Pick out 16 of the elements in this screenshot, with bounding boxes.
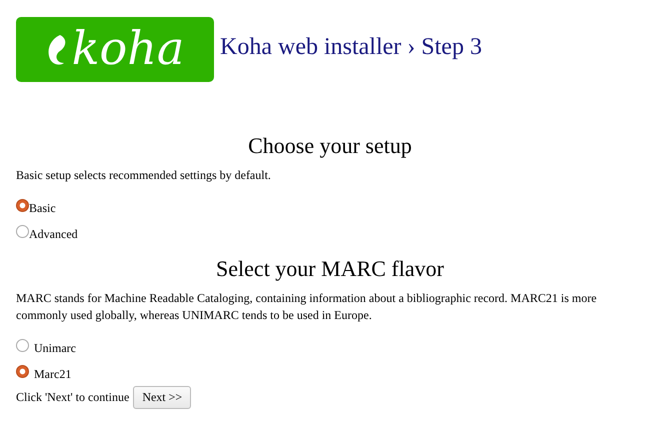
- logo: koha: [16, 17, 214, 82]
- section-heading: Choose your setup: [247, 133, 413, 159]
- option-label: Basic: [29, 201, 56, 216]
- section-heading: Select your MARC flavor: [215, 256, 445, 282]
- option-label: Unimarc: [34, 341, 76, 356]
- radio-button[interactable]: [16, 225, 29, 238]
- radio-button[interactable]: [16, 339, 29, 352]
- description: Basic setup selects recommended settings by default.: [16, 167, 272, 184]
- option-label: Advanced: [29, 227, 78, 242]
- radio-button[interactable]: [16, 365, 29, 378]
- prompt-text: Click 'Next' to continue: [16, 390, 130, 405]
- page-title: Koha web installer › Step 3: [220, 34, 482, 61]
- option-label: Marc21: [34, 367, 72, 382]
- description: MARC stands for Machine Readable Cataloging, containing information about a bibliographic record. MARC21 is more commonly used globally, whereas UNIMARC tends to be used in Europe.: [16, 290, 598, 324]
- next-button[interactable]: Next >>: [133, 386, 192, 409]
- radio-button[interactable]: [16, 199, 29, 212]
